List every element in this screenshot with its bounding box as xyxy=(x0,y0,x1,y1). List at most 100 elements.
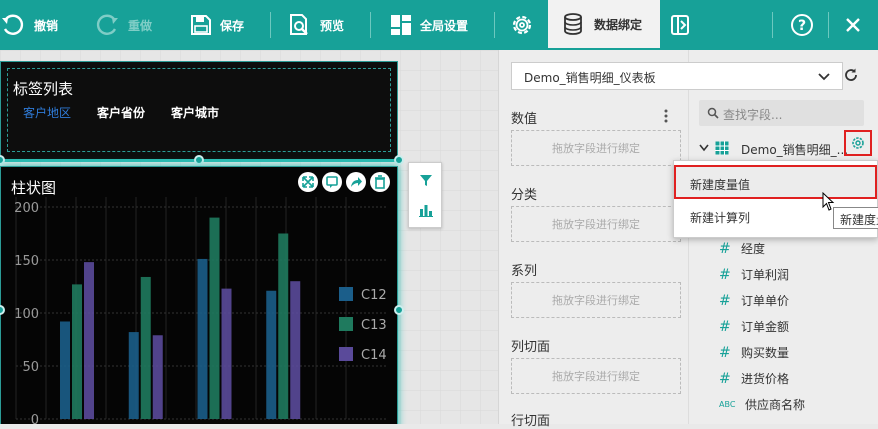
dataset-select-value: Demo_销售明细_仪表板 xyxy=(524,71,656,85)
legend-swatch xyxy=(339,317,353,331)
bar xyxy=(140,276,151,419)
resize-handle[interactable] xyxy=(394,305,404,315)
section-label-values: 数值 xyxy=(511,112,538,127)
collapse-panel-button[interactable] xyxy=(670,0,690,50)
data-binding-tab[interactable]: 数据绑定 xyxy=(548,0,660,50)
menu-item-new-calculated-column[interactable]: 新建计算列 xyxy=(690,209,750,226)
field-item[interactable]: ABC 供应商名称 xyxy=(719,396,805,413)
y-tick-label: 200 xyxy=(14,201,39,216)
field-item[interactable]: # 购买数量 xyxy=(719,344,789,361)
bar xyxy=(290,281,301,419)
dropzone-values[interactable]: 拖放字段进行绑定 xyxy=(511,130,681,166)
numeric-field-icon: # xyxy=(719,344,731,361)
close-icon xyxy=(846,18,860,32)
resize-handle[interactable] xyxy=(394,155,404,165)
redo-button[interactable]: 重做 xyxy=(94,0,152,50)
toolbar-divider xyxy=(772,12,773,38)
preview-button[interactable]: 预览 xyxy=(288,0,344,50)
dataset-settings-button[interactable] xyxy=(844,130,872,156)
dataset-select[interactable]: Demo_销售明细_仪表板 xyxy=(511,62,843,90)
section-label-row-facet: 行切面 xyxy=(511,414,551,429)
legend-label: C12 xyxy=(361,288,387,303)
legend-label: C13 xyxy=(361,318,387,333)
bar-chart-widget[interactable]: 200 150 100 50 0 C12 C13 C14 柱状图 xyxy=(0,166,398,424)
help-icon: ? xyxy=(791,14,813,36)
field-search-placeholder: 查找字段... xyxy=(723,108,783,122)
field-name: 经度 xyxy=(741,242,766,256)
numeric-field-icon: # xyxy=(719,240,731,257)
toolbar-divider xyxy=(494,12,495,38)
dashboard-canvas[interactable]: 标签列表 客户地区 客户省份 客户城市 200 150 100 50 0 C12 C13 C1… xyxy=(0,50,498,424)
top-toolbar: 撤销 重做 保存 预览 全局设置 数据绑定 ? xyxy=(0,0,878,50)
tooltip: 新建度量值 xyxy=(833,207,878,229)
tag-item-region[interactable]: 客户地区 xyxy=(23,104,71,121)
field-name: 购买数量 xyxy=(741,346,790,360)
global-settings-button[interactable]: 全局设置 xyxy=(390,0,468,50)
widget-side-toolbar xyxy=(408,162,442,228)
binding-panel: Demo_销售明细_仪表板 数值 拖放字段进行绑定 分类 拖放字段进行绑定 系列… xyxy=(498,50,857,429)
y-tick-label: 0 xyxy=(31,413,39,424)
table-icon xyxy=(715,141,729,155)
field-name: 进货价格 xyxy=(741,372,790,386)
data-binding-label: 数据绑定 xyxy=(594,17,643,32)
field-item[interactable]: # 订单金额 xyxy=(719,318,789,335)
more-vertical-icon[interactable] xyxy=(663,108,669,124)
menu-item-label: 新建度量值 xyxy=(690,178,751,192)
bar xyxy=(266,290,277,419)
filter-icon[interactable] xyxy=(419,173,433,187)
panel-collapse-icon xyxy=(671,15,689,35)
undo-button[interactable]: 撤销 xyxy=(0,0,58,50)
refresh-icon[interactable] xyxy=(843,67,859,83)
preview-icon xyxy=(290,14,308,35)
comment-icon[interactable] xyxy=(322,172,342,192)
bar xyxy=(278,233,289,419)
redo-label: 重做 xyxy=(128,18,153,33)
field-name: 订单金额 xyxy=(741,320,790,334)
bar xyxy=(72,284,82,419)
menu-item-new-measure[interactable]: 新建度量值 xyxy=(674,165,877,199)
close-button[interactable] xyxy=(844,0,862,50)
dropzone-category[interactable]: 拖放字段进行绑定 xyxy=(511,206,681,242)
dropzone-series[interactable]: 拖放字段进行绑定 xyxy=(511,282,681,318)
field-name: 供应商名称 xyxy=(745,398,806,412)
toolbar-divider xyxy=(828,12,829,38)
field-item[interactable]: # 进货价格 xyxy=(719,370,789,387)
resize-handle[interactable] xyxy=(194,155,204,165)
gear-icon xyxy=(852,137,864,149)
tag-item-province[interactable]: 客户省份 xyxy=(97,104,145,121)
field-search-input[interactable]: 查找字段... xyxy=(699,100,864,126)
chevron-down-icon xyxy=(818,73,830,81)
settings-button[interactable] xyxy=(508,0,536,50)
database-icon xyxy=(564,13,582,35)
expand-icon[interactable] xyxy=(298,172,318,192)
chevron-down-icon xyxy=(699,144,709,152)
field-item[interactable]: # 经度 xyxy=(719,240,765,257)
field-item[interactable]: # 订单单价 xyxy=(719,292,789,309)
dataset-node-label: Demo_销售明细_... xyxy=(741,143,849,157)
layout-icon xyxy=(391,15,411,35)
help-button[interactable]: ? xyxy=(790,0,814,50)
toolbar-divider xyxy=(370,12,371,38)
field-item[interactable]: # 订单利润 xyxy=(719,266,789,283)
tag-item-city[interactable]: 客户城市 xyxy=(171,104,219,121)
search-icon xyxy=(707,107,719,119)
text-field-icon: ABC xyxy=(719,400,736,409)
save-button[interactable]: 保存 xyxy=(190,0,244,50)
bar xyxy=(197,258,208,419)
legend-swatch xyxy=(339,287,353,301)
bar-chart-icon[interactable] xyxy=(419,203,433,217)
legend-label: C14 xyxy=(361,348,387,363)
y-tick-label: 100 xyxy=(14,307,39,322)
global-settings-label: 全局设置 xyxy=(420,18,469,33)
y-tick-label: 150 xyxy=(14,254,39,269)
delete-icon[interactable] xyxy=(370,172,390,192)
field-name: 订单利润 xyxy=(741,268,790,282)
tag-list-widget[interactable]: 标签列表 客户地区 客户省份 客户城市 xyxy=(0,61,398,161)
bar xyxy=(128,332,139,419)
bar xyxy=(152,335,163,419)
undo-icon xyxy=(2,14,24,35)
dropzone-column-facet[interactable]: 拖放字段进行绑定 xyxy=(511,358,681,394)
save-icon xyxy=(191,15,211,35)
bar-chart: 200 150 100 50 0 C12 C13 C14 xyxy=(14,197,387,424)
share-icon[interactable] xyxy=(346,172,366,192)
